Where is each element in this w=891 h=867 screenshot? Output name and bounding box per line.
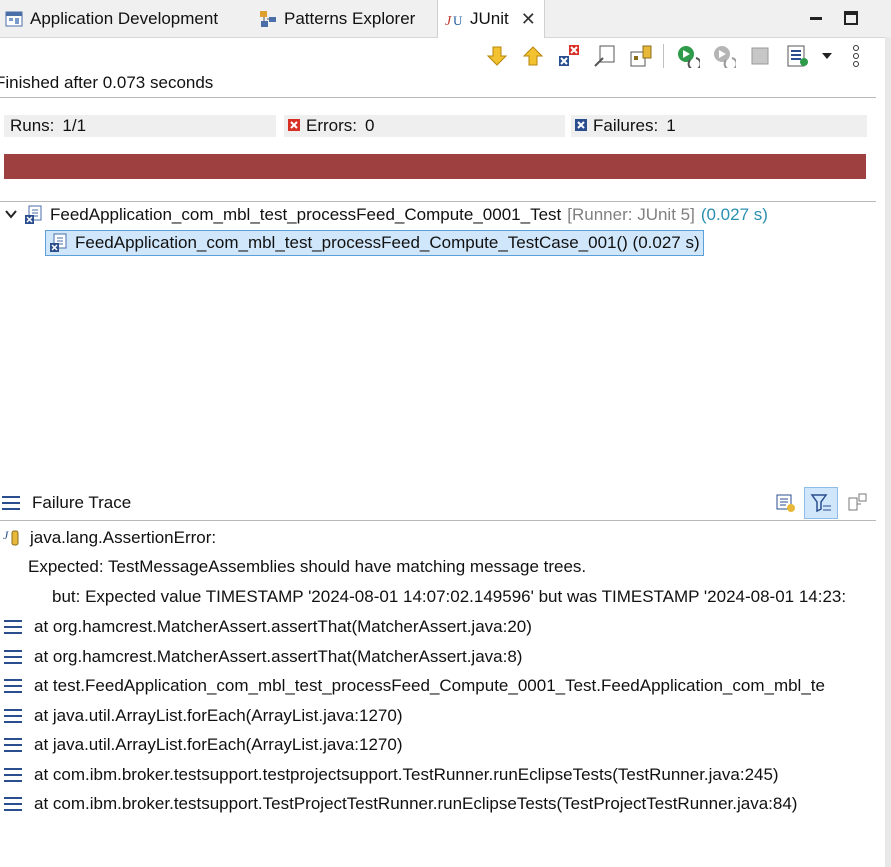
stack-frame-line[interactable]: at java.util.ArrayList.forEach(ArrayList… xyxy=(0,704,891,728)
application-development-icon xyxy=(4,9,24,29)
stop-test-run-icon[interactable] xyxy=(747,43,773,69)
stack-frame-icon xyxy=(4,679,22,693)
stack-frame-icon xyxy=(4,620,22,634)
vertical-scrollbar[interactable] xyxy=(885,37,891,867)
errors-label: Errors: xyxy=(306,116,357,135)
test-case-label: FeedApplication_com_mbl_test_processFeed… xyxy=(75,233,700,252)
stack-frame-text: at org.hamcrest.MatcherAssert.assertThat… xyxy=(34,617,532,636)
runs-value: 1/1 xyxy=(62,116,87,135)
copy-trace-icon[interactable] xyxy=(844,490,870,516)
stack-frame-line[interactable]: at com.ibm.broker.testsupport.TestProjec… xyxy=(0,792,891,816)
suite-runner: [Runner: JUnit 5] xyxy=(567,205,695,224)
stack-frame-line[interactable]: at test.FeedApplication_com_mbl_test_pro… xyxy=(0,674,891,698)
test-run-history-icon[interactable] xyxy=(785,43,811,69)
stack-frame-text: at com.ibm.broker.testsupport.TestProjec… xyxy=(34,794,798,813)
trace-message-line[interactable]: Expected: TestMessageAssemblies should h… xyxy=(28,555,891,579)
failure-icon xyxy=(575,116,587,136)
suite-name: FeedApplication_com_mbl_test_processFeed… xyxy=(50,205,562,224)
stack-frame-line[interactable]: at com.ibm.broker.testsupport.testprojec… xyxy=(0,763,891,787)
stack-frame-text: at java.util.ArrayList.forEach(ArrayList… xyxy=(34,706,403,725)
selected-test-case[interactable]: FeedApplication_com_mbl_test_processFeed… xyxy=(45,230,704,256)
tab-patterns-explorer[interactable]: Patterns Explorer xyxy=(258,0,415,37)
failure-trace-title: Failure Trace xyxy=(32,493,132,512)
errors-counter: Errors: 0 xyxy=(284,115,565,137)
stack-frame-icon xyxy=(4,738,22,752)
failures-counter: Failures: 1 xyxy=(571,115,867,137)
stack-frame-line[interactable]: at org.hamcrest.MatcherAssert.assertThat… xyxy=(0,645,891,669)
trace-but: but: Expected value TIMESTAMP '2024-08-0… xyxy=(52,587,847,606)
test-progress-bar xyxy=(4,154,866,179)
history-dropdown-icon[interactable] xyxy=(814,43,840,69)
rerun-failed-first-icon[interactable] xyxy=(711,43,737,69)
show-failures-only-icon[interactable] xyxy=(556,43,582,69)
stack-frame-text: at java.util.ArrayList.forEach(ArrayList… xyxy=(34,735,403,754)
scroll-lock-icon[interactable] xyxy=(592,43,618,69)
error-icon xyxy=(288,116,300,136)
rerun-test-icon[interactable] xyxy=(675,43,701,69)
chevron-down-icon[interactable] xyxy=(4,207,18,224)
tab-application-development[interactable]: Application Development xyxy=(4,0,218,37)
failure-trace-header: Failure Trace xyxy=(0,491,131,515)
stack-frame-text: at test.FeedApplication_com_mbl_test_pro… xyxy=(34,676,825,695)
tab-label: Patterns Explorer xyxy=(284,8,416,28)
runs-counter: Runs: 1/1 xyxy=(4,115,276,137)
show-skipped-tests-icon[interactable] xyxy=(628,43,654,69)
assertion-error-icon: J xyxy=(2,526,26,550)
compare-results-icon[interactable] xyxy=(773,490,799,516)
test-suite-node[interactable]: FeedApplication_com_mbl_test_processFeed… xyxy=(4,204,768,226)
test-suite-failure-icon xyxy=(24,205,44,225)
previous-failure-icon[interactable] xyxy=(520,43,546,69)
tab-junit[interactable]: JU JUnit ✕ xyxy=(437,0,545,38)
tab-label: JUnit xyxy=(470,9,509,28)
stack-frame-text: at com.ibm.broker.testsupport.testprojec… xyxy=(34,765,779,784)
failures-value: 1 xyxy=(666,116,676,135)
view-menu-icon[interactable] xyxy=(843,43,869,69)
run-status-text: Finished after 0.073 seconds xyxy=(0,73,214,92)
trace-error: java.lang.AssertionError: xyxy=(30,528,217,547)
stack-frame-icon xyxy=(4,797,22,811)
tab-label: Application Development xyxy=(30,8,219,28)
minimize-icon[interactable] xyxy=(803,5,829,31)
svg-text:U: U xyxy=(453,13,463,28)
stack-frame-icon xyxy=(4,709,22,723)
stack-frame-icon xyxy=(4,768,22,782)
test-case-node[interactable]: FeedApplication_com_mbl_test_processFeed… xyxy=(45,230,704,256)
runs-label: Runs: xyxy=(10,116,55,135)
divider xyxy=(0,201,876,202)
test-case-failure-icon xyxy=(49,233,69,253)
stack-frame-line[interactable]: at org.hamcrest.MatcherAssert.assertThat… xyxy=(0,615,891,639)
suite-time: (0.027 s) xyxy=(700,205,768,224)
divider xyxy=(0,97,876,98)
trace-expected: Expected: TestMessageAssemblies should h… xyxy=(28,557,587,576)
filter-stack-trace-icon[interactable] xyxy=(804,487,838,519)
close-tab-icon[interactable]: ✕ xyxy=(521,9,536,30)
junit-icon: JU xyxy=(444,9,464,29)
toolbar-separator xyxy=(663,44,664,68)
stack-frame-icon xyxy=(4,650,22,664)
next-failure-icon[interactable] xyxy=(484,43,510,69)
trace-message-line[interactable]: but: Expected value TIMESTAMP '2024-08-0… xyxy=(52,585,891,609)
failures-label: Failures: xyxy=(593,116,659,135)
patterns-explorer-icon xyxy=(258,9,278,29)
errors-value: 0 xyxy=(365,116,375,135)
maximize-icon[interactable] xyxy=(838,5,864,31)
divider xyxy=(0,520,876,521)
stack-frame-line[interactable]: at java.util.ArrayList.forEach(ArrayList… xyxy=(0,733,891,757)
failure-trace-icon xyxy=(2,496,20,510)
trace-error-line[interactable]: J java.lang.AssertionError: xyxy=(0,526,891,550)
stack-frame-text: at org.hamcrest.MatcherAssert.assertThat… xyxy=(34,647,523,666)
svg-text:J: J xyxy=(445,14,452,29)
svg-text:J: J xyxy=(3,528,9,542)
view-tab-bar: Application Development Patterns Explore… xyxy=(0,0,891,38)
